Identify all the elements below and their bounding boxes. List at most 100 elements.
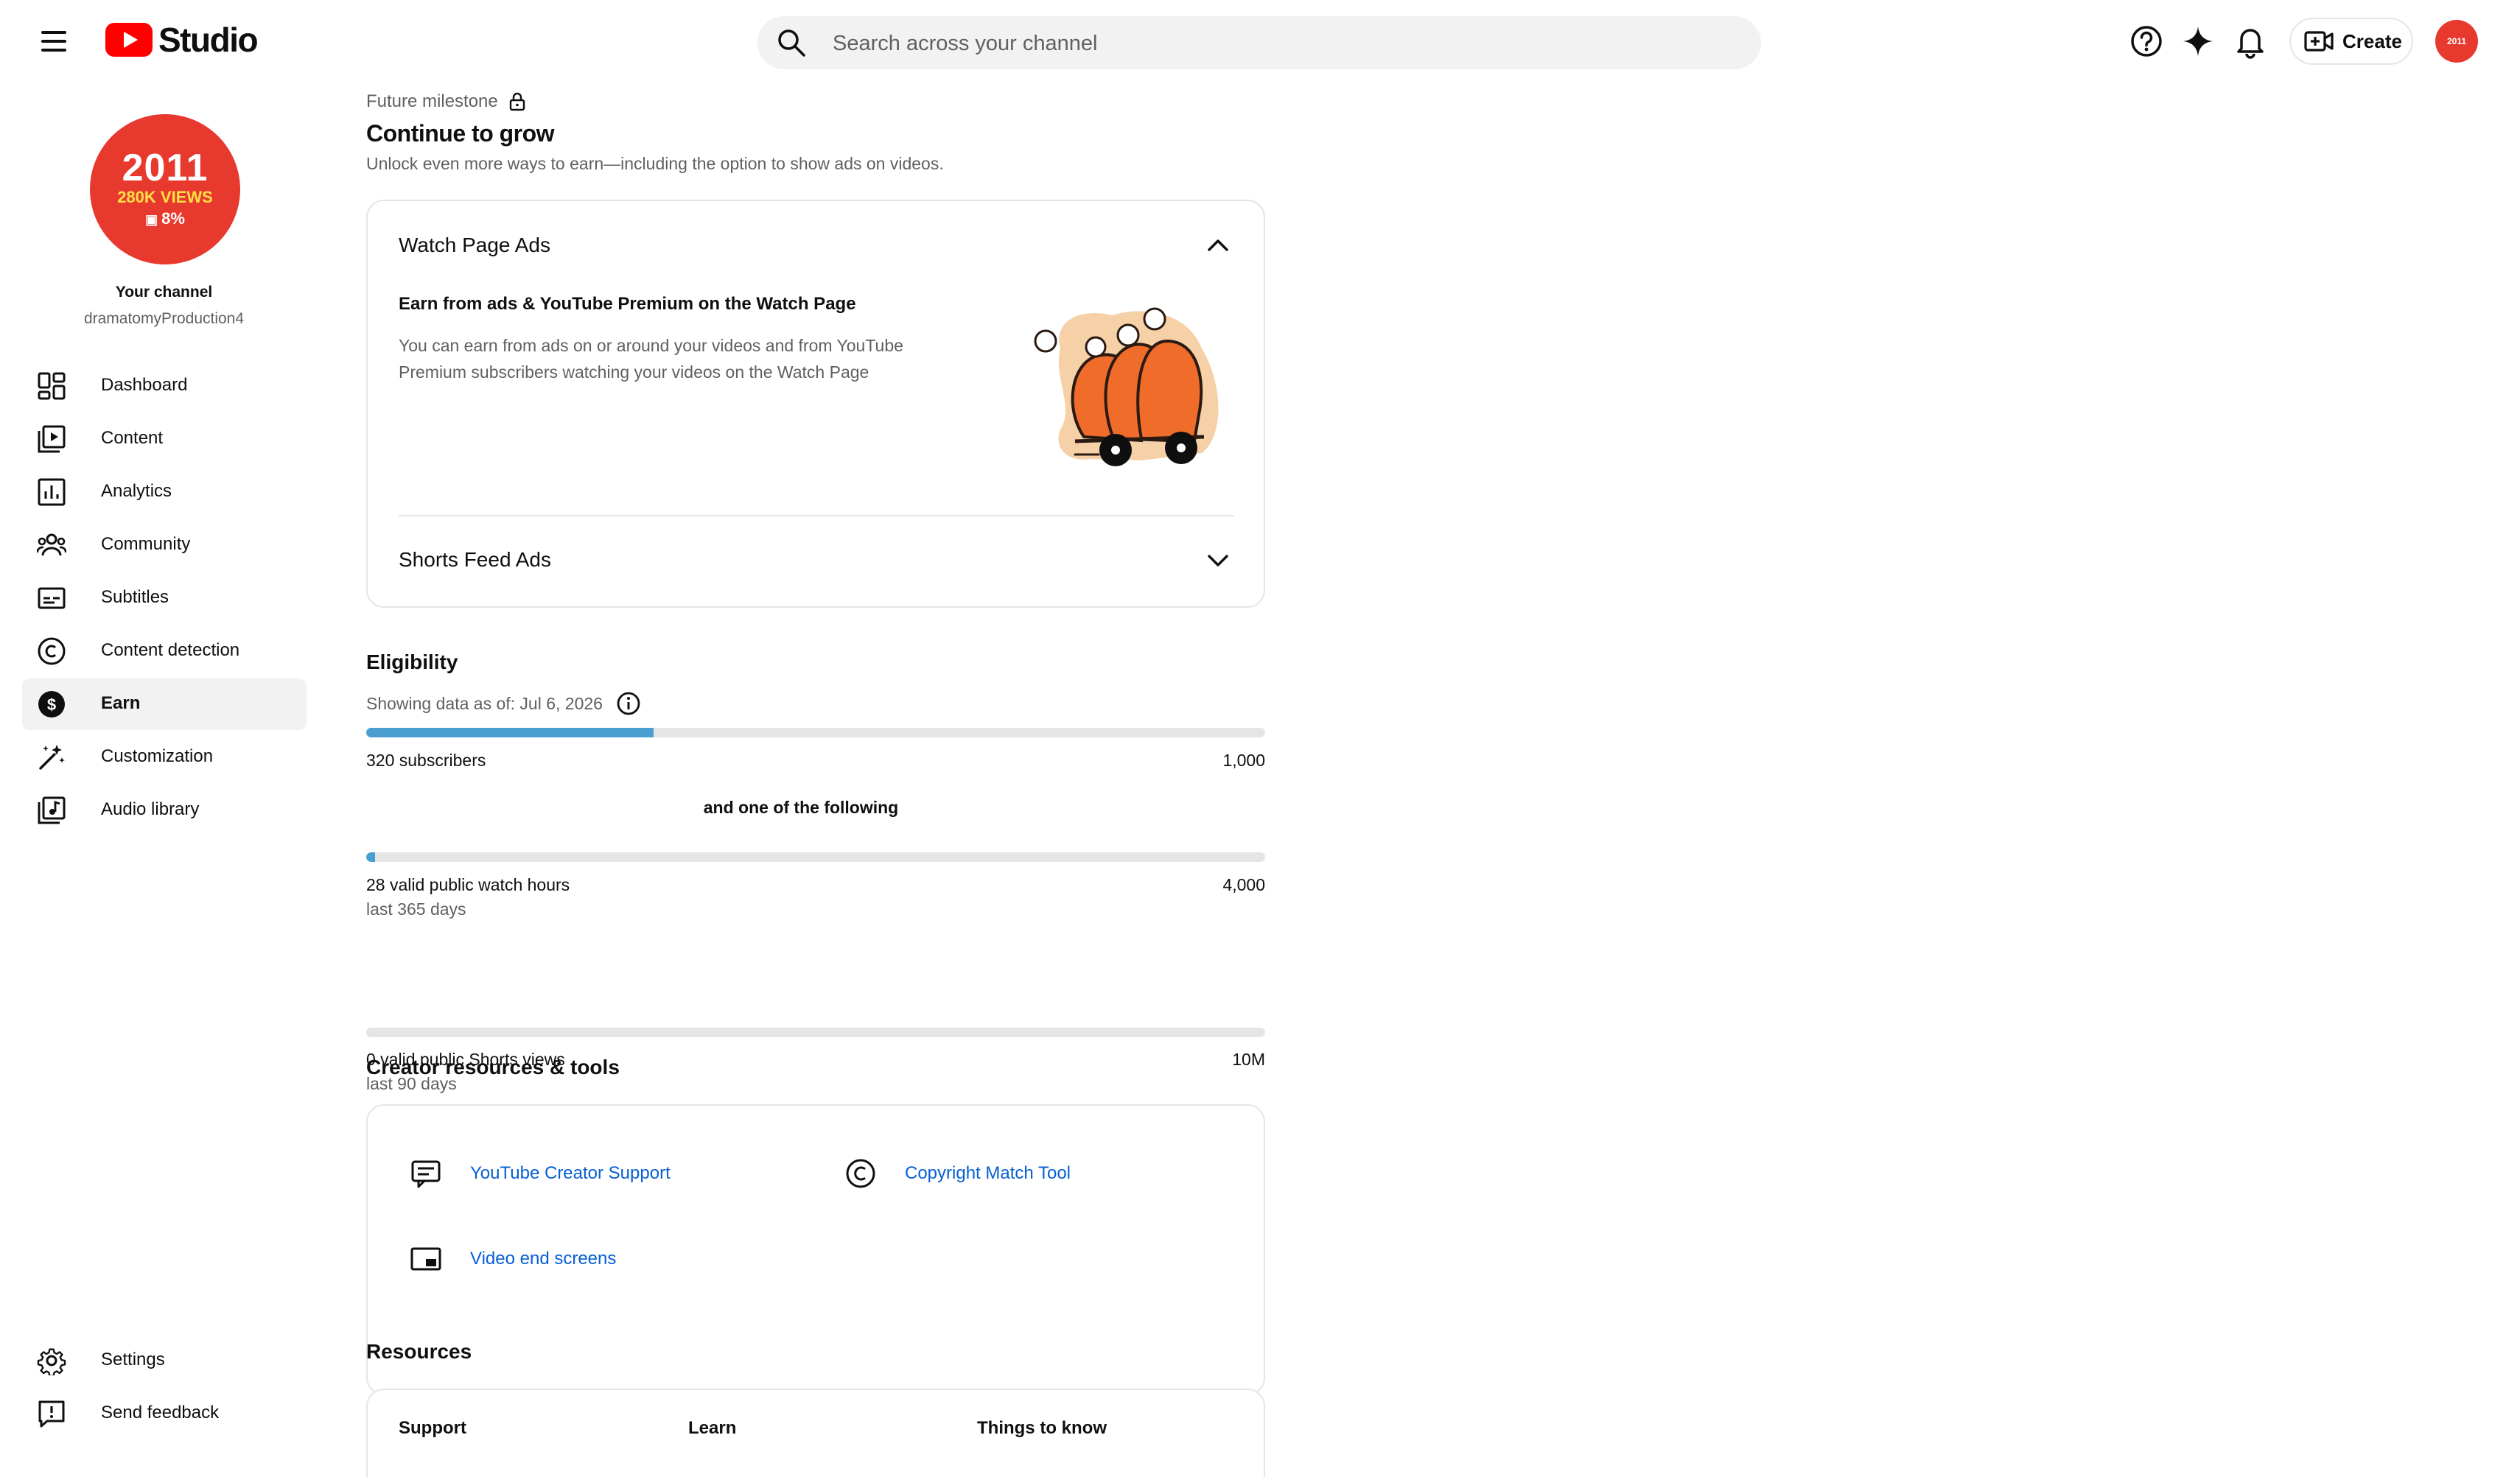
search-input[interactable] bbox=[831, 16, 1718, 71]
watch-hours-period: last 365 days bbox=[366, 899, 466, 919]
milestone-label: Future milestone bbox=[366, 91, 526, 112]
sidebar-item-subtitles[interactable]: Subtitles bbox=[22, 572, 307, 624]
end-screen-icon bbox=[410, 1247, 441, 1271]
sidebar-item-customization[interactable]: Customization bbox=[22, 732, 307, 783]
dashboard-icon bbox=[38, 372, 66, 400]
create-video-icon bbox=[2304, 31, 2334, 52]
sidebar-item-label: Dashboard bbox=[101, 375, 188, 395]
camera-icon: ▣ bbox=[145, 212, 162, 227]
shorts-feed-ads-header[interactable]: Shorts Feed Ads bbox=[399, 548, 551, 572]
tool-label: YouTube Creator Support bbox=[470, 1163, 671, 1183]
content-icon bbox=[38, 425, 66, 453]
sidebar-item-community[interactable]: Community bbox=[22, 519, 307, 571]
chevron-up-icon[interactable] bbox=[1203, 231, 1233, 260]
sidebar-item-label: Customization bbox=[101, 746, 214, 766]
search-bar[interactable] bbox=[757, 16, 1761, 71]
gear-icon bbox=[37, 1348, 66, 1375]
tool-link-copyright-match-tool[interactable]: Copyright Match Tool bbox=[843, 1156, 1071, 1191]
milestone-title: Continue to grow bbox=[366, 120, 555, 147]
sidebar-item-label: Community bbox=[101, 534, 191, 554]
lock-icon bbox=[509, 92, 525, 111]
sidebar-item-send-feedback[interactable]: Send feedback bbox=[22, 1388, 307, 1439]
watch-hours-progress-fill bbox=[366, 852, 375, 862]
eligibility-title: Eligibility bbox=[366, 650, 458, 673]
sidebar-item-content[interactable]: Content bbox=[22, 413, 307, 465]
channel-avatar[interactable]: 2011 280K VIEWS ▣ 8% bbox=[90, 114, 240, 264]
sparkle-ai-icon[interactable] bbox=[2180, 24, 2216, 59]
watch-page-ads-subtitle: Earn from ads & YouTube Premium on the W… bbox=[399, 294, 856, 314]
sidebar-item-label: Settings bbox=[101, 1350, 165, 1369]
feedback-icon bbox=[38, 1400, 65, 1428]
sidebar-item-label: Content bbox=[101, 428, 164, 448]
shorts-views-progress-bar bbox=[366, 1028, 1265, 1037]
eligibility-date-row: Showing data as of: Jul 6, 2026 bbox=[366, 691, 641, 716]
info-icon[interactable] bbox=[616, 691, 641, 716]
ads-card: Watch Page Ads Earn from ads & YouTube P… bbox=[366, 200, 1265, 608]
avatar-views: 280K VIEWS bbox=[117, 188, 213, 207]
eligibility-date: Showing data as of: Jul 6, 2026 bbox=[366, 693, 603, 713]
tool-link-video-end-screens[interactable]: Video end screens bbox=[408, 1241, 616, 1277]
watch-hours-progress-bar bbox=[366, 852, 1265, 862]
watch-page-ads-description: You can earn from ads on or around your … bbox=[399, 336, 903, 382]
watch-page-ads-header[interactable]: Watch Page Ads bbox=[399, 234, 550, 257]
avatar-text: 2011 bbox=[2446, 36, 2467, 46]
sidebar-item-label: Audio library bbox=[101, 799, 200, 819]
subtitles-icon bbox=[38, 587, 66, 609]
subscribers-progress-bar bbox=[366, 728, 1265, 737]
resources-card: Support Learn Things to know bbox=[366, 1389, 1265, 1477]
milestone-subtitle: Unlock even more ways to earn—including … bbox=[366, 154, 944, 173]
subscribers-progress-fill bbox=[366, 728, 654, 737]
svg-text:$: $ bbox=[47, 695, 56, 714]
sidebar-item-content-detection[interactable]: Content detection bbox=[22, 625, 307, 677]
sidebar-item-label: Content detection bbox=[101, 640, 240, 660]
cart-illustration-icon bbox=[1034, 307, 1219, 466]
earn-dollar-icon: $ bbox=[38, 691, 65, 718]
logo-text: Studio bbox=[158, 21, 259, 59]
sidebar-item-label: Earn bbox=[101, 693, 141, 713]
watch-hours-count: 28 valid public watch hours bbox=[366, 875, 570, 894]
avatar-year: 2011 bbox=[122, 147, 209, 190]
top-app-bar: Studio Crea bbox=[0, 0, 2520, 85]
subscribers-count: 320 subscribers bbox=[366, 751, 486, 770]
youtube-logo-icon bbox=[105, 23, 153, 57]
accordion-divider bbox=[399, 515, 1234, 516]
chat-support-icon bbox=[411, 1160, 441, 1188]
chevron-down-icon[interactable] bbox=[1203, 546, 1233, 575]
magic-wand-icon bbox=[39, 745, 65, 770]
audio-library-icon bbox=[38, 796, 66, 824]
subscribers-max: 1,000 bbox=[1222, 751, 1265, 770]
sidebar-item-earn[interactable]: $ Earn bbox=[22, 678, 307, 730]
copyright-icon bbox=[38, 637, 66, 665]
sidebar-item-settings[interactable]: Settings bbox=[22, 1335, 307, 1386]
channel-label: Your channel bbox=[115, 284, 213, 301]
channel-handle: dramatomyProduction4 bbox=[83, 310, 245, 327]
sidebar-item-analytics[interactable]: Analytics bbox=[22, 466, 307, 518]
tool-label: Video end screens bbox=[470, 1249, 617, 1269]
sidebar-item-label: Send feedback bbox=[101, 1403, 220, 1422]
resources-column-things-to-know: Things to know bbox=[977, 1418, 1107, 1438]
community-icon bbox=[37, 533, 66, 556]
help-icon[interactable] bbox=[2129, 24, 2164, 59]
sidebar-item-dashboard[interactable]: Dashboard bbox=[22, 360, 307, 412]
hamburger-menu-icon[interactable] bbox=[35, 24, 75, 59]
notifications-bell-icon[interactable] bbox=[2233, 24, 2268, 59]
avatar-percent: ▣ 8% bbox=[145, 209, 185, 228]
sidebar: 2011 280K VIEWS ▣ 8% Your channel dramat… bbox=[0, 85, 318, 1457]
sidebar-item-label: Analytics bbox=[101, 481, 172, 501]
copyright-icon bbox=[846, 1159, 875, 1188]
resources-column-support: Support bbox=[399, 1418, 466, 1438]
sidebar-item-audio-library[interactable]: Audio library bbox=[22, 785, 307, 836]
resources-column-learn: Learn bbox=[688, 1418, 737, 1438]
create-button[interactable]: Create bbox=[2289, 18, 2413, 65]
tool-label: Copyright Match Tool bbox=[905, 1163, 1071, 1183]
eligibility-connector: and one of the following bbox=[703, 798, 899, 817]
resources-title: Resources bbox=[366, 1340, 472, 1363]
tool-link-youtube-creator-support[interactable]: YouTube Creator Support bbox=[408, 1156, 671, 1191]
sidebar-item-label: Subtitles bbox=[101, 587, 169, 607]
watch-hours-max: 4,000 bbox=[1222, 875, 1265, 894]
search-icon[interactable] bbox=[777, 28, 806, 57]
studio-logo[interactable]: Studio bbox=[105, 21, 259, 59]
analytics-icon bbox=[38, 478, 66, 506]
create-label: Create bbox=[2342, 29, 2402, 52]
account-avatar[interactable]: 2011 bbox=[2435, 20, 2478, 63]
